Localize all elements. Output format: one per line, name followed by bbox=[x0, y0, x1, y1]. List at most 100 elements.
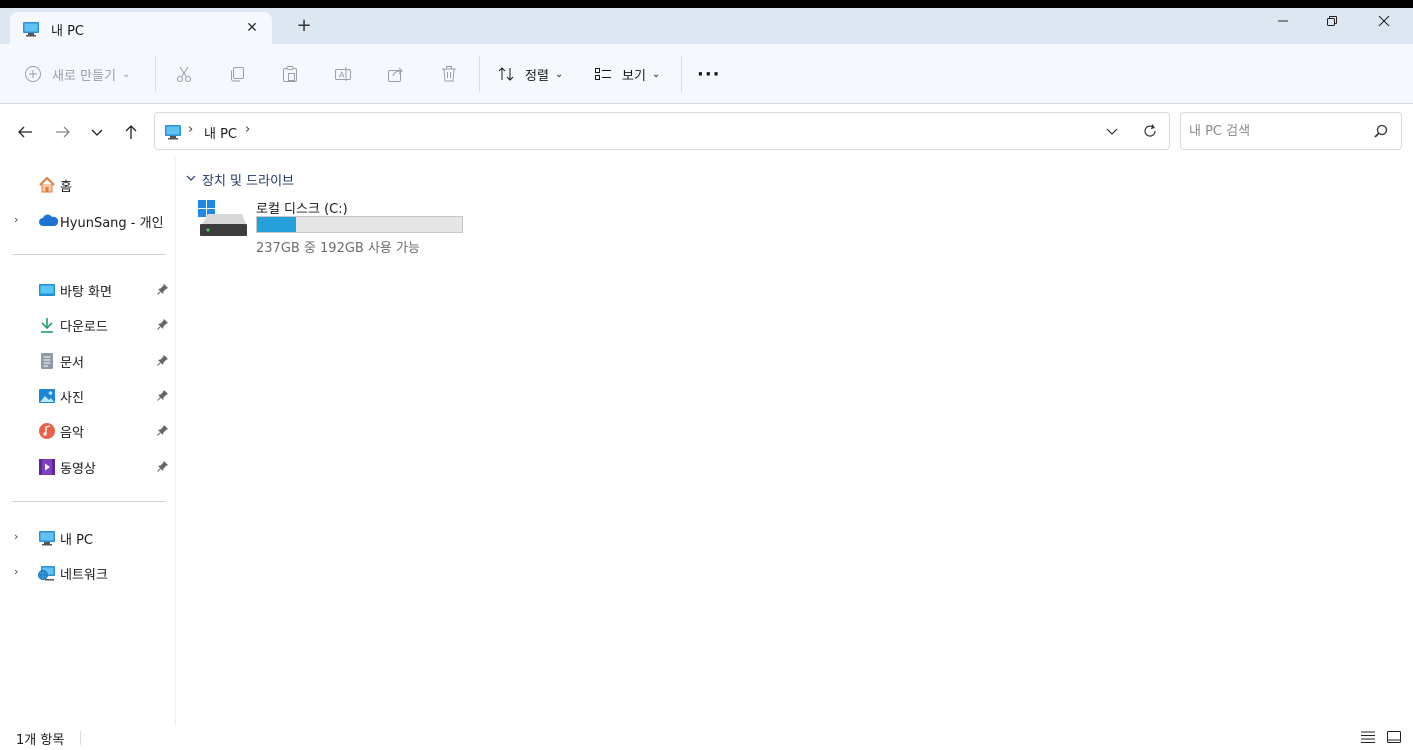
pin-icon[interactable] bbox=[157, 424, 169, 440]
chevron-right-icon[interactable]: › bbox=[14, 565, 18, 578]
rename-icon: A bbox=[335, 67, 351, 81]
share-icon bbox=[388, 67, 403, 82]
divider bbox=[479, 56, 480, 92]
file-explorer-window: 내 PC ✕ + 새로 만들기 ⌄ A 정렬 ⌄ 보기 ⌄ ··· › 내 PC… bbox=[0, 8, 1413, 750]
tab-close-icon[interactable]: ✕ bbox=[243, 19, 261, 37]
minimize-button[interactable] bbox=[1260, 11, 1306, 39]
navigation-pane: 홈 › HyunSang - 개인 바탕 화면 다운로드 문서 사진 음악 동영… bbox=[0, 158, 176, 730]
sidebar-item-label: HyunSang - 개인 bbox=[60, 216, 164, 231]
tab-title: 내 PC bbox=[51, 24, 85, 39]
pictures-icon bbox=[38, 387, 56, 405]
new-button-label: 새로 만들기 bbox=[52, 68, 116, 84]
new-tab-button[interactable]: + bbox=[292, 15, 316, 39]
close-icon bbox=[1378, 15, 1390, 27]
back-button[interactable] bbox=[14, 121, 36, 143]
tiles-view-button[interactable] bbox=[1386, 729, 1404, 747]
sidebar-divider bbox=[12, 501, 165, 502]
minimize-icon bbox=[1278, 20, 1288, 22]
chevron-right-icon[interactable]: › bbox=[14, 213, 18, 226]
drive-free-space: 237GB 중 192GB 사용 가능 bbox=[256, 241, 420, 256]
view-icon bbox=[595, 68, 611, 80]
delete-button[interactable] bbox=[440, 58, 458, 90]
content-pane: 장치 및 드라이브 로컬 디스크 (C:) 237GB 중 192GB 사용 가… bbox=[176, 158, 1413, 730]
view-button-label: 보기 bbox=[622, 68, 646, 84]
sidebar-item-desktop[interactable]: 바탕 화면 bbox=[0, 276, 176, 304]
pin-icon[interactable] bbox=[157, 283, 169, 299]
group-header-devices[interactable]: 장치 및 드라이브 bbox=[186, 170, 294, 189]
tab-this-pc[interactable]: 내 PC ✕ bbox=[10, 12, 272, 44]
group-title: 장치 및 드라이브 bbox=[202, 174, 294, 189]
drive-usage-bar bbox=[256, 216, 463, 233]
chevron-down-icon bbox=[1106, 128, 1118, 135]
document-icon bbox=[38, 352, 56, 370]
music-icon bbox=[38, 422, 56, 440]
cloud-icon bbox=[38, 212, 59, 230]
sidebar-item-this-pc[interactable]: › 내 PC bbox=[0, 524, 176, 552]
hard-drive-icon bbox=[198, 198, 248, 244]
sidebar-divider bbox=[12, 254, 165, 255]
plus-circle-icon bbox=[25, 66, 41, 82]
pin-icon[interactable] bbox=[157, 460, 169, 476]
sidebar-item-videos[interactable]: 동영상 bbox=[0, 453, 176, 481]
pc-icon bbox=[22, 21, 40, 41]
cut-button[interactable] bbox=[175, 58, 193, 90]
drive-name: 로컬 디스크 (C:) bbox=[256, 202, 348, 217]
pin-icon[interactable] bbox=[157, 318, 169, 334]
search-input[interactable] bbox=[1189, 121, 1369, 141]
breadcrumb-separator[interactable]: › bbox=[245, 122, 250, 137]
sidebar-item-onedrive[interactable]: › HyunSang - 개인 bbox=[0, 207, 176, 235]
chevron-down-icon bbox=[186, 173, 196, 186]
sidebar-item-home[interactable]: 홈 bbox=[0, 171, 176, 199]
arrow-left-icon bbox=[18, 126, 32, 138]
copy-button[interactable] bbox=[228, 58, 246, 90]
rename-button[interactable]: A bbox=[334, 58, 352, 90]
sort-button-label: 정렬 bbox=[525, 68, 549, 84]
pc-icon bbox=[164, 124, 182, 144]
details-view-icon bbox=[1361, 731, 1375, 743]
sidebar-item-label: 네트워크 bbox=[60, 568, 108, 583]
svg-text:A: A bbox=[339, 71, 345, 80]
paste-button[interactable] bbox=[281, 58, 299, 90]
maximize-button[interactable] bbox=[1309, 11, 1355, 39]
restore-icon bbox=[1327, 16, 1337, 26]
arrow-right-icon bbox=[56, 126, 70, 138]
sort-icon bbox=[498, 67, 514, 81]
sidebar-item-pictures[interactable]: 사진 bbox=[0, 382, 176, 410]
sort-button[interactable]: 정렬 ⌄ bbox=[497, 58, 563, 90]
network-icon bbox=[38, 564, 56, 582]
refresh-button[interactable] bbox=[1142, 123, 1158, 143]
sidebar-item-documents[interactable]: 문서 bbox=[0, 347, 176, 375]
breadcrumb-separator[interactable]: › bbox=[188, 122, 193, 137]
divider bbox=[80, 731, 81, 745]
up-button[interactable] bbox=[120, 121, 142, 143]
close-button[interactable] bbox=[1361, 11, 1407, 39]
address-bar[interactable]: › 내 PC › bbox=[154, 112, 1170, 150]
title-bar: 내 PC ✕ + bbox=[0, 8, 1413, 44]
sidebar-item-label: 다운로드 bbox=[60, 320, 108, 335]
recent-locations-button[interactable] bbox=[86, 121, 108, 143]
address-history-dropdown[interactable] bbox=[1105, 124, 1119, 142]
pin-icon[interactable] bbox=[157, 389, 169, 405]
search-icon[interactable] bbox=[1374, 124, 1388, 142]
pc-icon bbox=[38, 529, 56, 547]
sidebar-item-label: 문서 bbox=[60, 356, 84, 371]
details-view-button[interactable] bbox=[1360, 729, 1378, 747]
sidebar-item-music[interactable]: 음악 bbox=[0, 417, 176, 445]
view-button[interactable]: 보기 ⌄ bbox=[594, 58, 660, 90]
sidebar-item-label: 내 PC bbox=[60, 533, 94, 548]
new-button[interactable]: 새로 만들기 ⌄ bbox=[24, 58, 130, 90]
forward-button[interactable] bbox=[52, 121, 74, 143]
trash-icon bbox=[442, 66, 456, 82]
pin-icon[interactable] bbox=[157, 354, 169, 370]
tiles-view-icon bbox=[1387, 731, 1401, 743]
drive-item-c[interactable]: 로컬 디스크 (C:) 237GB 중 192GB 사용 가능 bbox=[198, 198, 468, 258]
sidebar-item-downloads[interactable]: 다운로드 bbox=[0, 311, 176, 339]
video-icon bbox=[38, 458, 56, 476]
sidebar-item-network[interactable]: › 네트워크 bbox=[0, 559, 176, 587]
download-icon bbox=[38, 316, 56, 334]
breadcrumb-this-pc[interactable]: 내 PC bbox=[204, 123, 237, 142]
more-options-button[interactable]: ··· bbox=[697, 58, 721, 90]
share-button[interactable] bbox=[387, 58, 405, 90]
chevron-right-icon[interactable]: › bbox=[14, 530, 18, 543]
search-box[interactable] bbox=[1180, 112, 1402, 150]
